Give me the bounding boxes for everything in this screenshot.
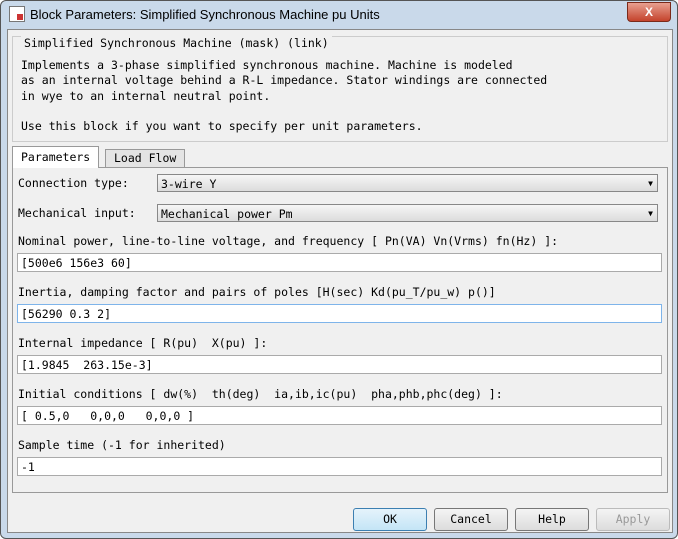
tab-parameters[interactable]: Parameters (12, 146, 100, 168)
help-button[interactable]: Help (515, 508, 589, 531)
dialog-body: Simplified Synchronous Machine (mask) (l… (7, 29, 673, 533)
description-header: Simplified Synchronous Machine (mask) (l… (21, 36, 332, 50)
connection-type-label: Connection type: (18, 176, 129, 190)
sample-time-label: Sample time (-1 for inherited) (18, 438, 226, 452)
nominal-label: Nominal power, line-to-line voltage, and… (18, 234, 559, 248)
impedance-label: Internal impedance [ R(pu) X(pu) ]: (18, 336, 268, 350)
nominal-input[interactable]: [500e6 156e3 60] (17, 253, 662, 272)
simulink-icon (9, 6, 25, 22)
title-bar: Block Parameters: Simplified Synchronous… (9, 6, 380, 22)
description-group: Simplified Synchronous Machine (mask) (l… (12, 36, 668, 142)
sample-time-input[interactable]: -1 (17, 457, 662, 476)
parameters-panel: Connection type: 3-wire Y Mechanical inp… (12, 167, 668, 493)
tab-load-flow[interactable]: Load Flow (105, 149, 186, 167)
mechanical-input-select[interactable]: Mechanical power Pm (157, 204, 658, 223)
description-text: Implements a 3-phase simplified synchron… (21, 58, 548, 134)
window-title: Block Parameters: Simplified Synchronous… (30, 6, 380, 22)
connection-type-select[interactable]: 3-wire Y (157, 174, 658, 193)
ok-button[interactable]: OK (353, 508, 427, 531)
cancel-button[interactable]: Cancel (434, 508, 508, 531)
mechanical-input-label: Mechanical input: (18, 206, 136, 220)
inertia-input[interactable]: [56290 0.3 2] (17, 304, 662, 323)
dialog-window: Block Parameters: Simplified Synchronous… (0, 0, 678, 539)
initial-conditions-input[interactable]: [ 0.5,0 0,0,0 0,0,0 ] (17, 406, 662, 425)
close-button[interactable]: X (627, 2, 671, 22)
initial-conditions-label: Initial conditions [ dw(%) th(deg) ia,ib… (18, 387, 503, 401)
apply-button[interactable]: Apply (596, 508, 670, 531)
inertia-label: Inertia, damping factor and pairs of pol… (18, 285, 496, 299)
impedance-input[interactable]: [1.9845 263.15e-3] (17, 355, 662, 374)
